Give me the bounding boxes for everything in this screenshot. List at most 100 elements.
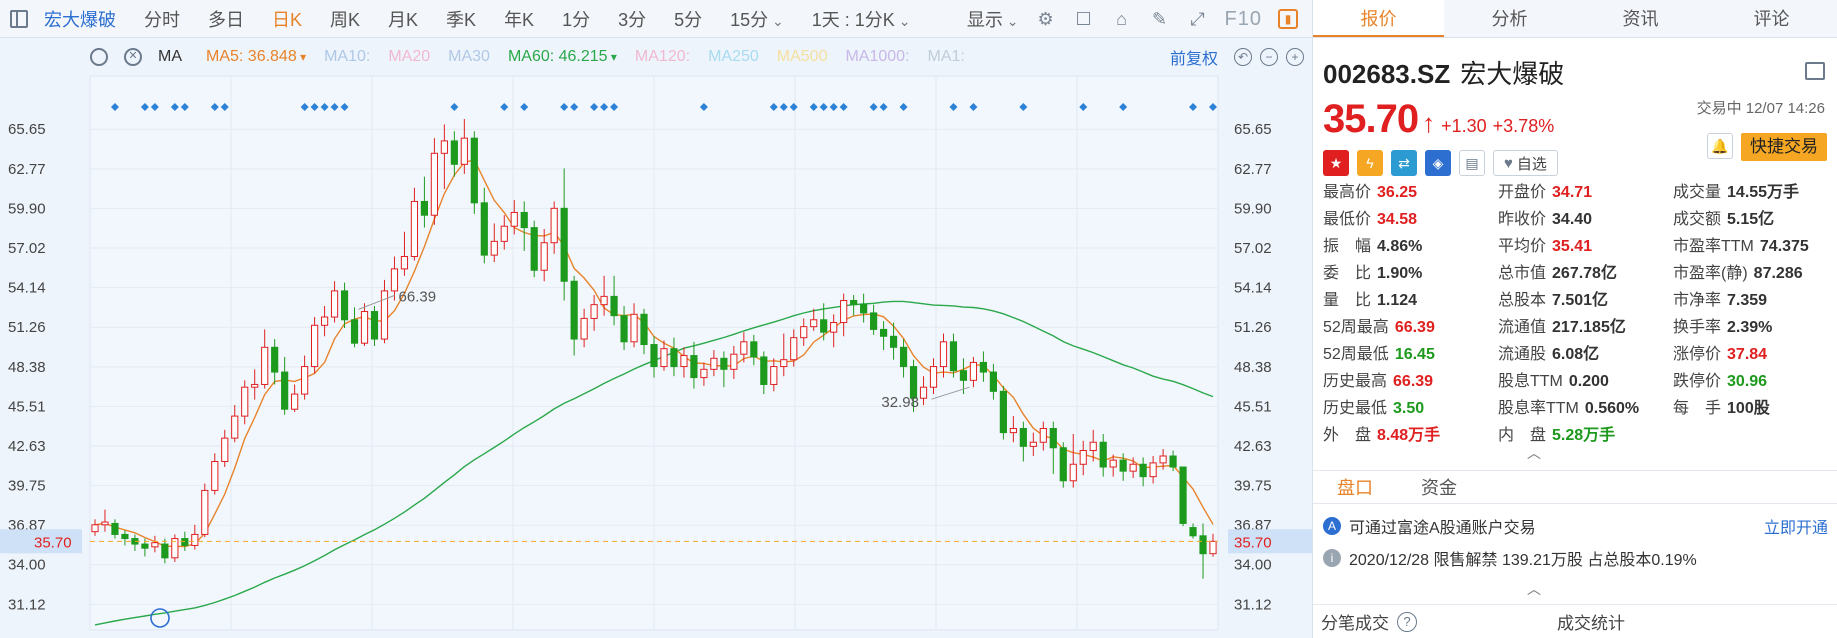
- tag-icon[interactable]: ◈: [1425, 150, 1451, 176]
- candle-body: [650, 344, 658, 368]
- ma-indicator[interactable]: MA60: 46.215: [508, 48, 617, 66]
- candle-body: [1029, 441, 1037, 447]
- period-tab[interactable]: 分时: [144, 6, 180, 32]
- f10-button[interactable]: F10: [1225, 8, 1262, 31]
- stat-value: 1.90%: [1377, 264, 1423, 282]
- ma-indicator[interactable]: MA10:: [324, 48, 370, 66]
- y-tick-label-right: 51.26: [1234, 319, 1272, 336]
- pen-icon[interactable]: ✎: [1149, 8, 1171, 30]
- period-tab[interactable]: 季K: [446, 6, 476, 32]
- watchlist-button[interactable]: ♥ 自选: [1493, 150, 1558, 176]
- period-tab[interactable]: 月K: [388, 6, 418, 32]
- stat-value: 30.96: [1727, 372, 1768, 390]
- candle-body: [550, 207, 558, 244]
- candle-body: [500, 225, 508, 242]
- period-tab[interactable]: 多日: [208, 6, 244, 32]
- quote-header: 002683.SZ 宏大爆破 35.70 ↑ +1.30 +3.78% 交易中 1…: [1313, 38, 1837, 188]
- stat-cell: 股息率TTM 0.560%: [1498, 394, 1673, 418]
- candle-body: [630, 313, 638, 343]
- current-price-label-left: 35.70: [34, 534, 72, 551]
- ma-indicator[interactable]: MA5: 36.848: [206, 48, 306, 66]
- undo-icon[interactable]: ↶: [1234, 48, 1252, 66]
- candle-body: [320, 316, 329, 326]
- sidebar-toggle-icon[interactable]: [10, 9, 28, 28]
- range-selector[interactable]: 1天 : 1分K: [812, 6, 911, 32]
- ma-indicator[interactable]: MA250: [708, 48, 759, 66]
- panel-tab[interactable]: 报价: [1313, 0, 1444, 37]
- ma-indicator[interactable]: MA30: [448, 48, 490, 66]
- flag-icon[interactable]: ★: [1323, 150, 1349, 176]
- trade-stats-tab[interactable]: 成交统计: [1557, 609, 1625, 634]
- stock-name-link[interactable]: 宏大爆破: [44, 6, 116, 32]
- candle-body: [450, 140, 458, 165]
- candle-body: [740, 341, 748, 355]
- adjust-selector[interactable]: 前复权: [1170, 45, 1218, 69]
- section-tabs: 盘口 资金: [1313, 470, 1837, 504]
- ma-close-icon[interactable]: ✕: [124, 48, 142, 66]
- section-tab[interactable]: 资金: [1397, 471, 1481, 503]
- bell-icon[interactable]: 🔔: [1707, 133, 1733, 159]
- period-tab[interactable]: 3分: [618, 6, 646, 32]
- help-icon[interactable]: ?: [1397, 611, 1417, 632]
- zoom-in-icon[interactable]: +: [1286, 48, 1304, 66]
- period-tab[interactable]: 周K: [330, 6, 360, 32]
- y-tick-label-right: 45.51: [1234, 398, 1272, 415]
- candle-body: [340, 290, 349, 321]
- candle-body: [301, 366, 309, 395]
- trading-status: 交易中 12/07 14:26: [1696, 100, 1825, 117]
- camera-icon[interactable]: ⌂: [1111, 8, 1133, 30]
- fullscreen-icon[interactable]: ⤢: [1187, 8, 1209, 30]
- candle-body: [1159, 455, 1167, 464]
- stat-cell: 内 盘 5.28万手: [1498, 421, 1673, 445]
- tick-trades-tab[interactable]: 分笔成交: [1321, 609, 1389, 634]
- candle-body: [1089, 441, 1097, 452]
- ma-settings-icon[interactable]: [90, 48, 108, 66]
- period-tab[interactable]: 15分: [730, 6, 784, 32]
- period-toolbar: 宏大爆破 分时 多日 日K 周K 月K 季K 年K 1分 3分 5分 15分 1天 : 1分K 显示…: [0, 0, 1312, 38]
- candle-body: [959, 370, 968, 381]
- ma-indicator[interactable]: MA120:: [635, 48, 690, 66]
- ma-indicator[interactable]: MA1000:: [845, 48, 909, 66]
- period-tab[interactable]: 1分: [562, 6, 590, 32]
- candle-body: [1209, 540, 1217, 555]
- panel-tab[interactable]: 分析: [1444, 0, 1575, 37]
- y-tick-label-left: 42.63: [8, 438, 46, 455]
- period-tab[interactable]: 日K: [272, 6, 302, 32]
- heart-icon: ♥: [1504, 154, 1513, 172]
- menu-icon[interactable]: [1805, 62, 1825, 80]
- shuffle-icon[interactable]: ⇄: [1391, 150, 1417, 176]
- ma-indicator[interactable]: MA1:: [928, 48, 965, 66]
- stat-label: 市盈率TTM: [1673, 237, 1754, 255]
- watchlist-label: 自选: [1516, 155, 1547, 173]
- kline-chart[interactable]: 65.65 65.65 62.77 62.77 59.90 59.90 57.02 57.02…: [0, 38, 1312, 638]
- candle-body: [800, 326, 808, 339]
- expand-chevron-icon[interactable]: ︿: [1527, 582, 1541, 596]
- panel-tab[interactable]: 评论: [1706, 0, 1837, 37]
- lightning-icon[interactable]: ϟ: [1357, 150, 1383, 176]
- ma-indicator[interactable]: MA500: [777, 48, 828, 66]
- note-icon[interactable]: ▤: [1459, 150, 1485, 176]
- panel-toggle-icon[interactable]: ▮: [1278, 9, 1298, 29]
- panel-tab[interactable]: 资讯: [1575, 0, 1706, 37]
- stat-value: 34.58: [1377, 210, 1418, 228]
- open-account-link[interactable]: 立即开通: [1764, 514, 1828, 538]
- display-menu[interactable]: 显示: [967, 6, 1019, 32]
- candle-body: [410, 200, 419, 257]
- candle-body: [350, 319, 359, 344]
- stat-value: 0.560%: [1584, 399, 1640, 417]
- period-tab[interactable]: 5分: [674, 6, 702, 32]
- collapse-chevron-icon[interactable]: ︿: [1527, 446, 1541, 460]
- settings-icon[interactable]: ⚙: [1035, 8, 1057, 30]
- stat-label: 流通值: [1498, 318, 1547, 336]
- quick-trade-button[interactable]: 快捷交易: [1741, 133, 1827, 161]
- stat-label: 历史最低: [1323, 399, 1388, 417]
- ma-indicator[interactable]: MA20: [388, 48, 430, 66]
- zoom-out-icon[interactable]: −: [1260, 48, 1278, 66]
- period-tab[interactable]: 年K: [504, 6, 534, 32]
- candle-body: [720, 357, 728, 370]
- stat-value: 66.39: [1394, 318, 1435, 336]
- layout-icon[interactable]: ☐: [1073, 8, 1095, 30]
- section-tab[interactable]: 盘口: [1313, 471, 1397, 503]
- kline-chart-area: 65.65 65.65 62.77 62.77 59.90 59.90 57.02 57.02…: [0, 38, 1312, 638]
- stat-label: 总股本: [1498, 291, 1547, 309]
